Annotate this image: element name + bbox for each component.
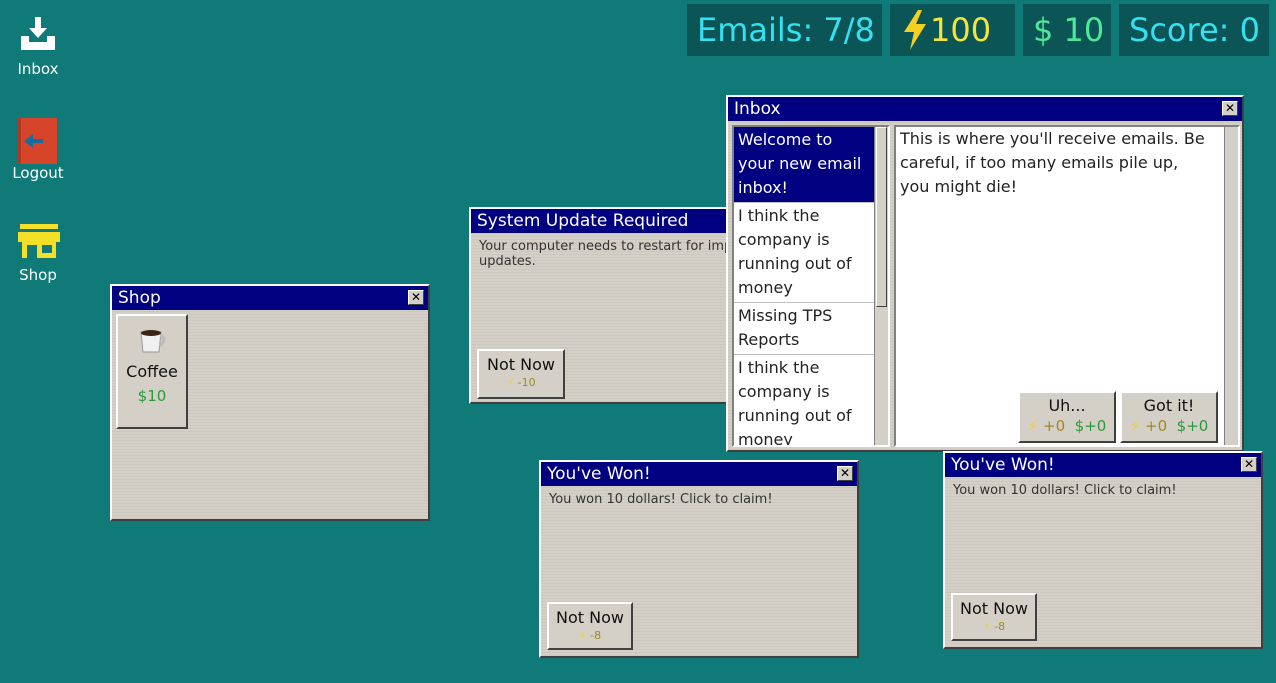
email-reading-pane: This is where you'll receive emails. Be … — [894, 125, 1240, 447]
system-update-window: System Update Required Your computer nee… — [469, 207, 772, 404]
lightning-bolt-icon: ⚡ — [506, 376, 515, 389]
prize-popup-window: You've Won! ✕ You won 10 dollars! Click … — [539, 460, 859, 658]
shop-item-price: $10 — [137, 387, 167, 405]
desktop-icon-label: Logout — [12, 164, 64, 182]
hud-energy: 100 — [890, 4, 1015, 56]
window-title: You've Won! — [547, 464, 651, 484]
email-list-item[interactable]: I think the company is running out of mo… — [734, 355, 874, 445]
coffee-cup-icon — [135, 326, 169, 354]
lightning-bolt-icon: ⚡ — [982, 620, 991, 633]
shop-storefront-icon — [18, 220, 60, 260]
close-button[interactable]: ✕ — [1222, 101, 1238, 116]
email-list: Welcome to your new email inbox! I think… — [732, 125, 890, 447]
button-label: Not Now — [487, 355, 555, 374]
reply-button-uh[interactable]: Uh... ⚡ +0 $+0 — [1018, 391, 1116, 443]
lightning-bolt-icon: ⚡ — [578, 629, 587, 642]
desktop-icon-shop[interactable]: Shop — [0, 220, 76, 284]
button-label: Not Now — [960, 599, 1028, 618]
email-list-item[interactable]: Missing TPS Reports — [734, 303, 874, 355]
inbox-titlebar[interactable]: Inbox ✕ — [728, 97, 1242, 121]
energy-delta: +0 — [1145, 417, 1168, 435]
prize-message[interactable]: You won 10 dollars! Click to claim! — [945, 477, 1261, 504]
window-title: System Update Required — [477, 211, 689, 231]
shop-titlebar[interactable]: Shop ✕ — [112, 286, 428, 310]
prize-popup-window: You've Won! ✕ You won 10 dollars! Click … — [943, 451, 1263, 649]
not-now-button[interactable]: Not Now ⚡ -8 — [547, 602, 633, 650]
email-view-scrollbar[interactable] — [1224, 127, 1238, 445]
desktop-icon-inbox[interactable]: Inbox — [0, 14, 76, 78]
button-label: Uh... — [1048, 396, 1086, 415]
email-body: This is where you'll receive emails. Be … — [900, 129, 1205, 196]
hud-money: $ 10 — [1023, 4, 1111, 56]
desktop-icon-label: Shop — [19, 266, 57, 284]
desktop-icon-logout[interactable]: Logout — [0, 118, 76, 182]
reply-button-got-it[interactable]: Got it! ⚡ +0 $+0 — [1120, 391, 1218, 443]
prize-titlebar[interactable]: You've Won! ✕ — [541, 462, 857, 486]
hud-email-count: Emails: 7/8 — [687, 4, 882, 56]
button-label: Not Now — [556, 608, 624, 627]
shop-item-name: Coffee — [126, 362, 178, 381]
close-button[interactable]: ✕ — [408, 290, 424, 305]
lightning-bolt-icon: ⚡ — [1027, 417, 1039, 435]
energy-delta: +0 — [1043, 417, 1066, 435]
window-title: Shop — [118, 288, 161, 308]
energy-cost: -10 — [517, 376, 536, 389]
button-label: Got it! — [1143, 396, 1195, 415]
not-now-button[interactable]: Not Now ⚡ -10 — [477, 349, 565, 399]
logout-arrow-icon — [18, 118, 58, 164]
energy-cost: -8 — [590, 629, 602, 642]
prize-titlebar[interactable]: You've Won! ✕ — [945, 453, 1261, 477]
lightning-bolt-icon: ⚡ — [1129, 417, 1141, 435]
energy-cost: -8 — [994, 620, 1006, 633]
desktop-icon-label: Inbox — [17, 60, 59, 78]
shop-window: Shop ✕ Coffee $10 — [110, 284, 430, 521]
window-title: You've Won! — [951, 455, 1055, 475]
close-button[interactable]: ✕ — [837, 466, 853, 481]
hud-score: Score: 0 — [1119, 4, 1269, 56]
scrollbar-thumb[interactable] — [876, 127, 887, 307]
shop-item-coffee[interactable]: Coffee $10 — [116, 314, 188, 429]
money-delta: $+0 — [1074, 417, 1107, 435]
update-titlebar[interactable]: System Update Required — [471, 209, 737, 233]
prize-message[interactable]: You won 10 dollars! Click to claim! — [541, 486, 857, 513]
inbox-download-icon — [18, 14, 58, 54]
email-list-item[interactable]: I think the company is running out of mo… — [734, 203, 874, 303]
not-now-button[interactable]: Not Now ⚡ -8 — [951, 593, 1037, 641]
close-button[interactable]: ✕ — [1241, 457, 1257, 472]
lightning-bolt-icon — [900, 10, 930, 65]
window-title: Inbox — [734, 99, 781, 119]
inbox-window: Inbox ✕ Welcome to your new email inbox!… — [726, 95, 1244, 452]
email-list-item[interactable]: Welcome to your new email inbox! — [734, 127, 874, 203]
money-delta: $+0 — [1176, 417, 1209, 435]
email-list-scrollbar[interactable] — [874, 127, 888, 445]
hud-energy-value: 100 — [930, 11, 992, 49]
